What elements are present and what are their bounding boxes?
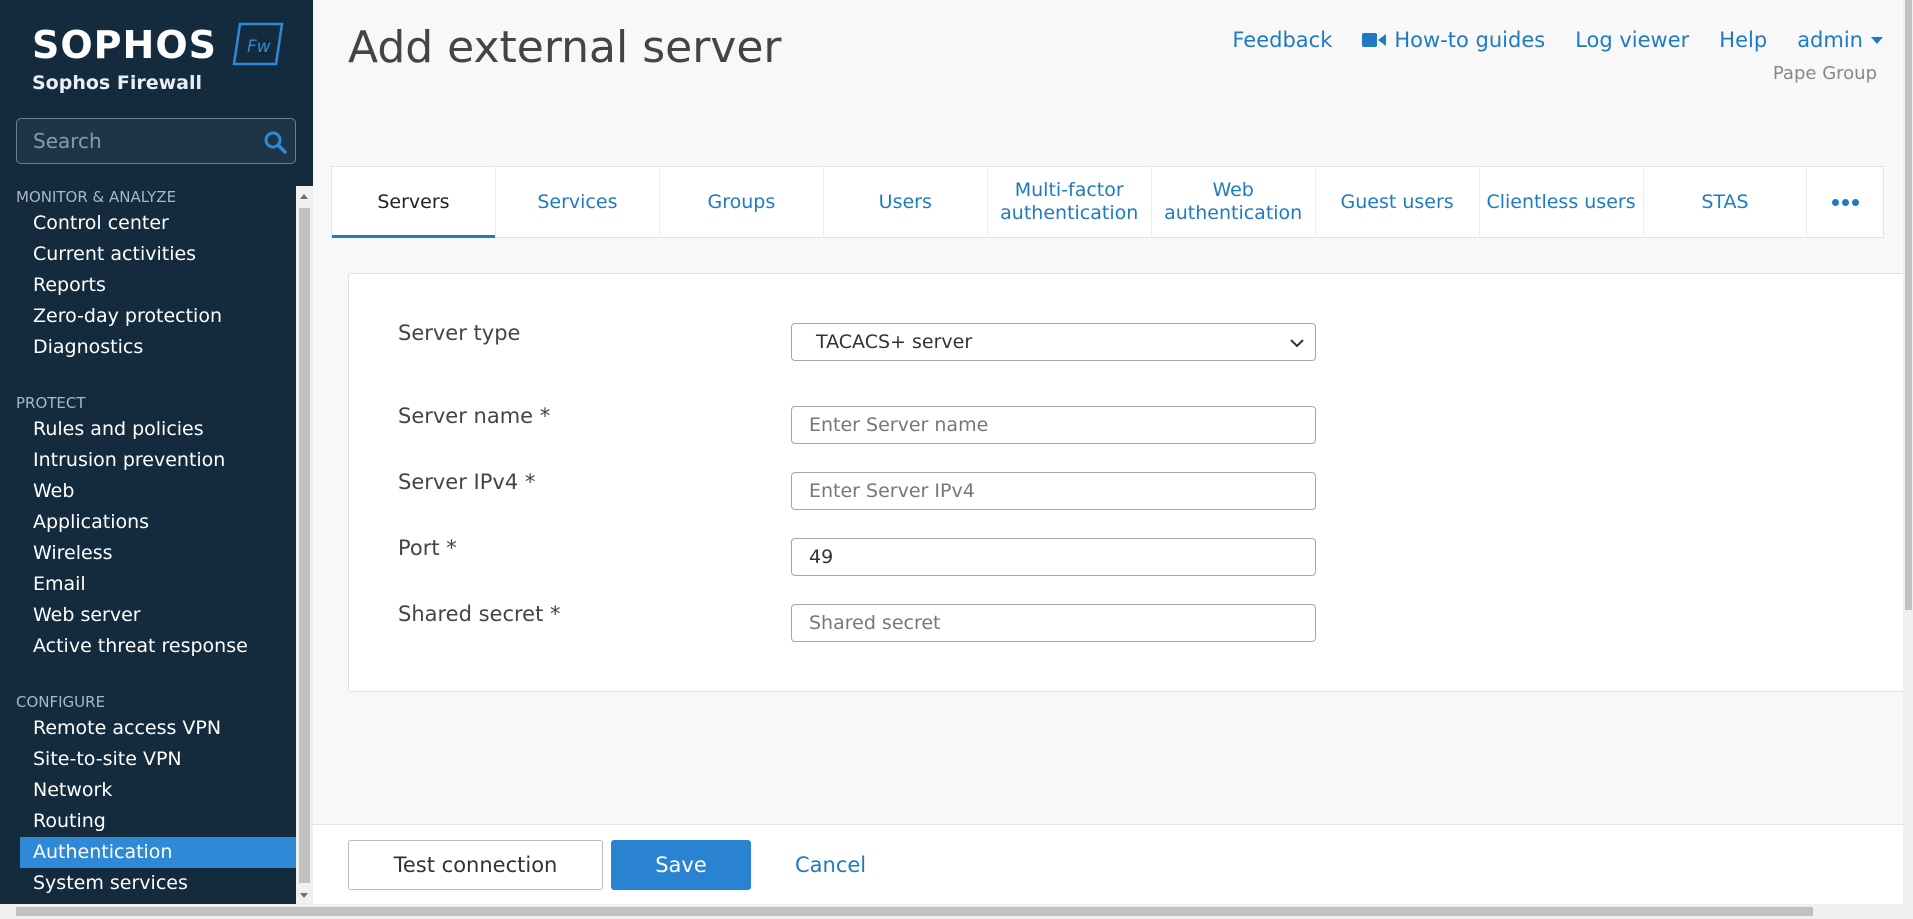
server-ipv4-input[interactable] — [792, 473, 1315, 509]
server-ipv4-label: Server IPv4 * — [398, 470, 536, 494]
sidebar-item-authentication[interactable]: Authentication — [20, 837, 296, 868]
cancel-button[interactable]: Cancel — [795, 840, 905, 890]
port-field-wrap — [791, 538, 1316, 576]
sidebar-item-email[interactable]: Email — [0, 569, 296, 600]
server-type-select[interactable]: TACACS+ server — [791, 323, 1316, 361]
tab-web-authentication[interactable]: Web authentication — [1152, 167, 1316, 237]
tab-multi-factor-authentication[interactable]: Multi-factor authentication — [988, 167, 1152, 237]
sidebar-item-zero-day-protection[interactable]: Zero-day protection — [0, 301, 296, 332]
form-footer: Test connection Save Cancel — [313, 824, 1903, 904]
sidebar-item-web-server[interactable]: Web server — [0, 600, 296, 631]
port-label: Port * — [398, 536, 457, 560]
tab-guest-users[interactable]: Guest users — [1316, 167, 1480, 237]
server-type-value: TACACS+ server — [816, 331, 973, 353]
sidebar-item-routing[interactable]: Routing — [0, 806, 296, 837]
sophos-logo[interactable]: SOPHOS Fw Sophos Firewall — [32, 22, 284, 94]
sidebar-item-web[interactable]: Web — [0, 476, 296, 507]
tab-services[interactable]: Services — [496, 167, 660, 237]
user-menu[interactable]: admin — [1797, 28, 1883, 52]
page-vertical-scroll-thumb[interactable] — [1905, 0, 1912, 610]
sidebar-scrollbar[interactable] — [296, 186, 313, 904]
sidebar-item-site-to-site-vpn[interactable]: Site-to-site VPN — [0, 744, 296, 775]
page-horizontal-scroll-thumb[interactable] — [16, 907, 1813, 916]
organization-name: Pape Group — [1772, 63, 1877, 84]
video-camera-icon — [1362, 33, 1387, 47]
nav-section-protect: PROTECT — [16, 394, 86, 412]
scroll-up-arrow-icon[interactable] — [300, 194, 308, 199]
sidebar-item-rules-and-policies[interactable]: Rules and policies — [0, 414, 296, 445]
firewall-badge-icon: Fw — [232, 22, 284, 66]
tab-clientless-users[interactable]: Clientless users — [1480, 167, 1644, 237]
shared-secret-field-wrap — [791, 604, 1316, 642]
more-dots-icon — [1831, 198, 1859, 206]
shared-secret-label: Shared secret * — [398, 602, 561, 626]
sidebar-item-remote-access-vpn[interactable]: Remote access VPN — [0, 713, 296, 744]
page-title: Add external server — [348, 22, 782, 73]
tab-users[interactable]: Users — [824, 167, 988, 237]
tab-bar: Servers Services Groups Users Multi-fact… — [331, 166, 1884, 238]
sidebar-item-system-services[interactable]: System services — [0, 868, 296, 899]
log-viewer-link[interactable]: Log viewer — [1575, 28, 1689, 52]
server-name-field-wrap — [791, 406, 1316, 444]
server-type-label: Server type — [398, 321, 521, 345]
sidebar-item-control-center[interactable]: Control center — [0, 208, 296, 239]
sidebar-nav: MONITOR & ANALYZE Control center Current… — [0, 186, 296, 899]
sidebar-item-applications[interactable]: Applications — [0, 507, 296, 538]
sidebar-item-intrusion-prevention[interactable]: Intrusion prevention — [0, 445, 296, 476]
sidebar-item-wireless[interactable]: Wireless — [0, 538, 296, 569]
sidebar-item-network[interactable]: Network — [0, 775, 296, 806]
logo-wordmark: SOPHOS — [32, 23, 217, 67]
sidebar-item-current-activities[interactable]: Current activities — [0, 239, 296, 270]
tab-servers[interactable]: Servers — [332, 167, 496, 238]
page-horizontal-scrollbar[interactable] — [0, 904, 1913, 919]
top-links: Feedback How-to guides Log viewer Help a… — [1232, 28, 1883, 52]
search-box — [16, 118, 296, 164]
tab-more[interactable] — [1807, 167, 1883, 237]
user-name: admin — [1797, 28, 1863, 52]
server-ipv4-field-wrap — [791, 472, 1316, 510]
page-vertical-scrollbar[interactable] — [1903, 0, 1913, 904]
sidebar-item-reports[interactable]: Reports — [0, 270, 296, 301]
sidebar-scroll-thumb[interactable] — [299, 208, 310, 883]
server-name-input[interactable] — [792, 407, 1315, 443]
search-input[interactable] — [17, 119, 257, 163]
nav-section-configure: CONFIGURE — [16, 693, 106, 711]
port-input[interactable] — [792, 539, 1315, 575]
chevron-down-icon — [1290, 339, 1304, 348]
sidebar-item-diagnostics[interactable]: Diagnostics — [0, 332, 296, 363]
caret-down-icon — [1871, 36, 1883, 44]
howto-guides-label: How-to guides — [1394, 28, 1546, 52]
server-form-panel: Server type TACACS+ server Server name *… — [348, 273, 1908, 692]
test-connection-button[interactable]: Test connection — [348, 840, 603, 890]
feedback-link[interactable]: Feedback — [1232, 28, 1332, 52]
product-name: Sophos Firewall — [32, 72, 202, 94]
sidebar-item-active-threat-response[interactable]: Active threat response — [0, 631, 296, 662]
server-name-label: Server name * — [398, 404, 551, 428]
nav-section-monitor: MONITOR & ANALYZE — [16, 188, 177, 206]
shared-secret-input[interactable] — [792, 605, 1315, 641]
howto-guides-link[interactable]: How-to guides — [1362, 28, 1545, 52]
svg-text:Fw: Fw — [247, 37, 271, 57]
scroll-down-arrow-icon[interactable] — [300, 893, 308, 898]
sidebar: SOPHOS Fw Sophos Firewall MONITOR & ANAL… — [0, 0, 313, 919]
tab-groups[interactable]: Groups — [660, 167, 824, 237]
help-link[interactable]: Help — [1719, 28, 1767, 52]
save-button[interactable]: Save — [611, 840, 751, 890]
search-icon[interactable] — [263, 130, 287, 154]
tab-stas[interactable]: STAS — [1644, 167, 1808, 237]
